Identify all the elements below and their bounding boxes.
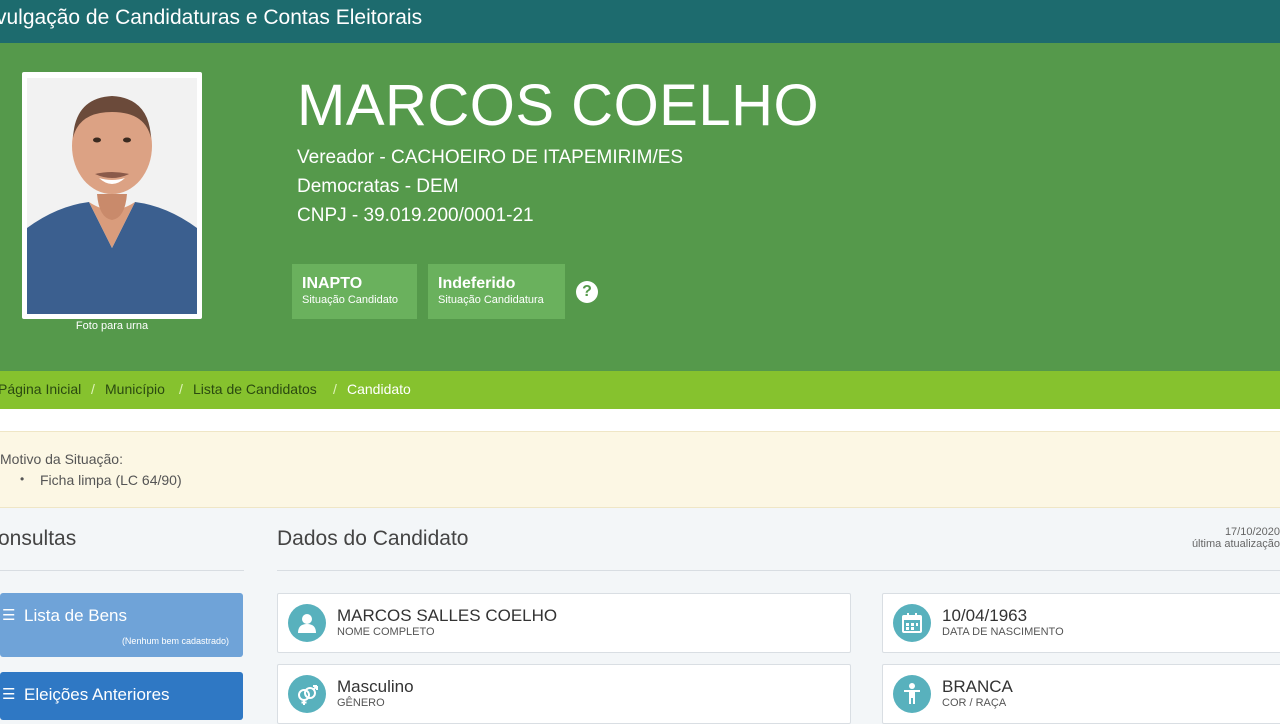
- breadcrumb-separator: /: [91, 381, 95, 397]
- field-birth-date: 10/04/1963 DATA DE NASCIMENTO: [882, 593, 1280, 653]
- field-label: DATA DE NASCIMENTO: [942, 626, 1064, 638]
- status-label: Situação Candidatura: [438, 294, 544, 306]
- situation-reason-title: Motivo da Situação:: [0, 451, 123, 467]
- breadcrumb-candidate-list[interactable]: Lista de Candidatos: [193, 381, 317, 397]
- status-value: INAPTO: [302, 275, 363, 292]
- field-label: NOME COMPLETO: [337, 626, 435, 638]
- field-value: MARCOS SALLES COELHO: [337, 606, 558, 625]
- main-title: Dados do Candidato: [277, 527, 469, 550]
- person-icon: [893, 675, 931, 713]
- candidate-photo: [27, 78, 197, 314]
- calendar-icon: [893, 604, 931, 642]
- candidate-party: Democratas - DEM: [297, 176, 459, 197]
- candidate-cnpj: CNPJ - 39.019.200/0001-21: [297, 205, 534, 226]
- field-value: Masculino: [337, 677, 414, 696]
- top-bar: vulgação de Candidaturas e Contas Eleito…: [0, 0, 1280, 43]
- list-icon: ☰: [2, 607, 16, 624]
- status-value: Indeferido: [438, 275, 516, 292]
- status-label: Situação Candidato: [302, 294, 399, 306]
- last-updated-date: 17/10/2020: [1224, 526, 1280, 538]
- breadcrumb: Página Inicial / Município / Lista de Ca…: [0, 371, 1280, 409]
- candidate-name: MARCOS COELHO: [297, 73, 820, 138]
- previous-elections-label: Eleições Anteriores: [24, 685, 170, 704]
- sidebar-title: onsultas: [0, 527, 77, 550]
- bullet-icon: •: [20, 472, 25, 486]
- last-updated-label: última atualização: [1191, 538, 1280, 550]
- candidate-office: Vereador - CACHOEIRO DE ITAPEMIRIM/ES: [297, 147, 684, 168]
- question-circle-icon[interactable]: ?: [576, 281, 598, 303]
- last-updated: 17/10/2020 última atualização: [1192, 526, 1280, 550]
- candidate-header: Foto para urna MARCOS COELHO Vereador - …: [0, 43, 1280, 371]
- breadcrumb-separator: /: [333, 381, 337, 397]
- spacer: [0, 409, 1280, 431]
- field-gender: Masculino GÊNERO: [277, 664, 851, 724]
- site-title: vulgação de Candidaturas e Contas Eleito…: [0, 6, 423, 29]
- divider: [0, 570, 244, 571]
- field-value: 10/04/1963: [942, 606, 1028, 625]
- field-race: BRANCA COR / RAÇA: [882, 664, 1280, 724]
- breadcrumb-municipio[interactable]: Município: [105, 381, 165, 397]
- status-badge-candidate: INAPTO Situação Candidato: [292, 264, 417, 319]
- list-icon: ☰: [2, 686, 16, 703]
- situation-reason-item: Ficha limpa (LC 64/90): [40, 472, 182, 488]
- breadcrumb-separator: /: [179, 381, 183, 397]
- gender-icon: [288, 675, 326, 713]
- field-label: GÊNERO: [337, 697, 385, 709]
- field-label: COR / RAÇA: [942, 697, 1007, 709]
- breadcrumb-current: Candidato: [347, 381, 411, 397]
- status-badge-candidacy: Indeferido Situação Candidatura: [428, 264, 565, 319]
- field-value: BRANCA: [942, 677, 1013, 696]
- situation-reason-panel: Motivo da Situação: • Ficha limpa (LC 64…: [0, 431, 1280, 508]
- assets-list-button[interactable]: ☰ Lista de Bens (Nenhum bem cadastrado): [0, 593, 243, 657]
- breadcrumb-home[interactable]: Página Inicial: [0, 381, 81, 397]
- assets-list-label: Lista de Bens: [24, 606, 128, 625]
- candidate-photo-frame: [22, 72, 202, 319]
- previous-elections-button[interactable]: ☰ Eleições Anteriores: [0, 672, 243, 720]
- photo-caption: Foto para urna: [75, 320, 149, 332]
- divider: [277, 570, 1280, 571]
- assets-list-note: (Nenhum bem cadastrado): [121, 636, 229, 646]
- field-full-name: MARCOS SALLES COELHO NOME COMPLETO: [277, 593, 851, 653]
- user-icon: [288, 604, 326, 642]
